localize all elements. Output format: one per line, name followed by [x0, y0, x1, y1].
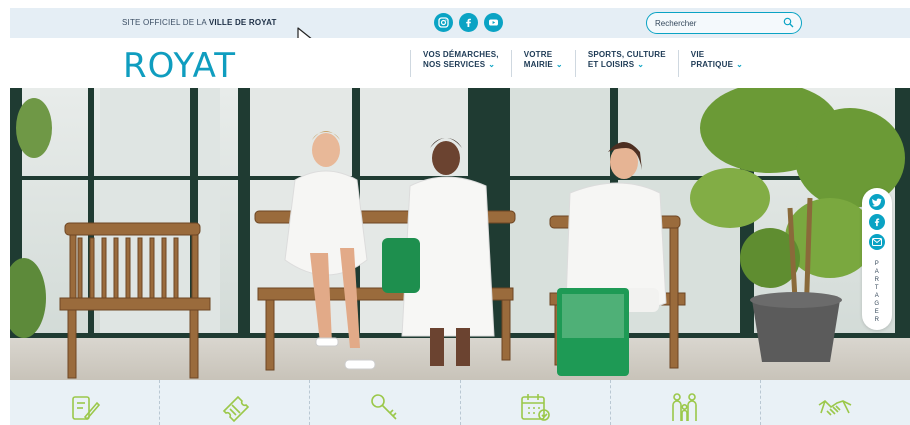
quick-link-key[interactable] — [310, 380, 461, 425]
hero-image — [10, 88, 910, 380]
twitter-icon[interactable] — [869, 194, 885, 210]
chevron-down-icon: ⌄ — [555, 60, 563, 69]
nav-label-line2: MAIRIE — [523, 60, 553, 69]
official-site-tagline: SITE OFFICIEL DE LA VILLE DE ROYAT — [122, 18, 277, 27]
calendar-icon — [521, 394, 550, 421]
search-input[interactable] — [655, 16, 775, 30]
nav-label-line1: VOTRE — [523, 50, 553, 59]
nav-label-line1: VIE — [690, 50, 705, 59]
share-label: PARTAGER — [874, 261, 880, 323]
royat-logo[interactable]: ROYAT — [123, 47, 236, 85]
ticket-icon — [222, 395, 249, 423]
nav-label-line2: ET LOISIRS — [587, 60, 635, 69]
nav-label-line2: PRATIQUE — [690, 60, 734, 69]
site-tag-name: VILLE DE ROYAT — [208, 18, 277, 27]
nav-label-line1: VOS DÉMARCHES, — [423, 50, 499, 59]
nav-item-sports-culture[interactable]: SPORTS, CULTURE ET LOISIRS ⌄ — [574, 50, 678, 77]
quick-link-calendar[interactable] — [461, 380, 611, 425]
form-pencil-icon — [71, 396, 100, 421]
quick-link-tickets[interactable] — [160, 380, 311, 425]
main-nav: VOS DÉMARCHES, NOS SERVICES ⌄ VOTRE MAIRI… — [410, 50, 755, 77]
key-icon — [371, 394, 397, 420]
handshake-icon — [818, 399, 852, 416]
nav-label-line2: NOS SERVICES — [423, 60, 486, 69]
email-icon[interactable] — [869, 234, 885, 250]
search-box — [646, 12, 802, 34]
chevron-down-icon: ⌄ — [488, 60, 496, 69]
chevron-down-icon: ⌄ — [637, 60, 645, 69]
main-header: ROYAT VOS DÉMARCHES, NOS SERVICES ⌄ VOTRE… — [10, 38, 910, 88]
facebook-icon[interactable] — [459, 13, 478, 32]
social-links — [434, 13, 503, 32]
chevron-down-icon: ⌄ — [736, 60, 744, 69]
hero-photo-spa-scene — [10, 88, 910, 380]
nav-item-vie-pratique[interactable]: VIE PRATIQUE ⌄ — [677, 50, 755, 77]
search-icon[interactable] — [783, 17, 794, 28]
family-icon — [672, 393, 698, 421]
youtube-icon[interactable] — [484, 13, 503, 32]
nav-item-mairie[interactable]: VOTRE MAIRIE ⌄ — [510, 50, 575, 77]
quick-links-bar — [10, 380, 910, 425]
nav-item-demarches[interactable]: VOS DÉMARCHES, NOS SERVICES ⌄ — [410, 50, 511, 77]
top-utility-bar: SITE OFFICIEL DE LA VILLE DE ROYAT — [10, 8, 910, 38]
facebook-icon[interactable] — [869, 214, 885, 230]
quick-link-family[interactable] — [611, 380, 761, 425]
instagram-icon[interactable] — [434, 13, 453, 32]
share-widget: PARTAGER — [862, 188, 892, 330]
site-tag-prefix: SITE OFFICIEL DE LA — [122, 18, 207, 27]
nav-label-line1: SPORTS, CULTURE — [587, 50, 666, 59]
quick-link-forms[interactable] — [10, 380, 161, 425]
quick-link-partners[interactable] — [761, 380, 910, 425]
